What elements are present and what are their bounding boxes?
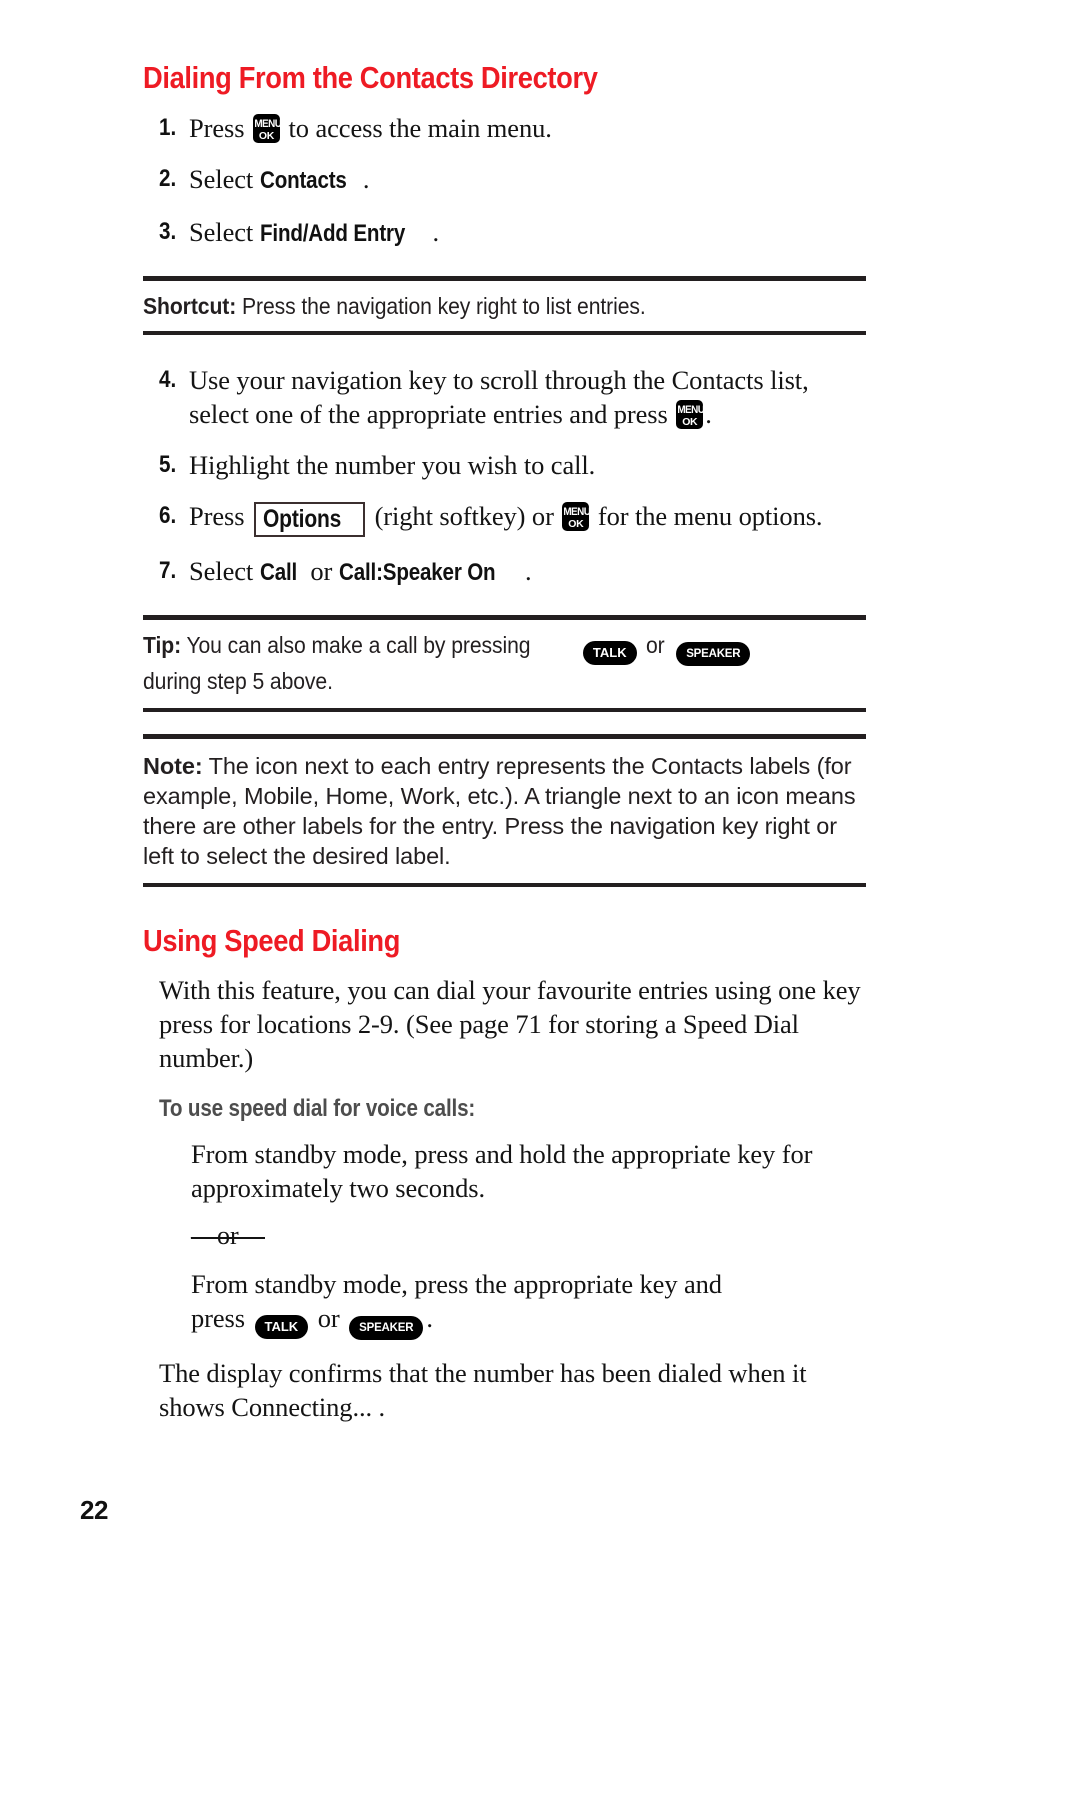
manual-page: Dialing From the Contacts Directory 1. P… — [0, 0, 1080, 1800]
menu-ok-key-icon[interactable]: MENU OK — [562, 501, 590, 531]
note-callout: Note: The icon next to each entry repres… — [143, 751, 866, 871]
page-content: Dialing From the Contacts Directory 1. P… — [143, 60, 866, 1424]
step-number: 1. — [159, 113, 177, 141]
menu-ok-key-icon[interactable]: MENU OK — [676, 399, 704, 429]
menu-key-label-line1: MENU — [254, 117, 280, 130]
step-item: 3. Select Find/Add Entry. — [143, 215, 866, 251]
step-text: Select Contacts. — [189, 162, 866, 198]
speed-dial-subheading: To use speed dial for voice calls: — [143, 1095, 866, 1123]
speed-dial-closing-paragraph: The display confirms that the number has… — [159, 1358, 807, 1423]
menu-item-name-call: Call — [259, 558, 297, 586]
step-text: Select Call or Call:Speaker On. — [189, 554, 866, 590]
speed-dial-method-1: From standby mode, press and hold the ap… — [191, 1139, 813, 1204]
step-text-post: . — [432, 216, 439, 247]
menu-item-name: Find/Add Entry — [259, 219, 405, 247]
menu-key-label-line2: OK — [568, 517, 584, 530]
step-text-pre: Press — [189, 500, 245, 531]
step-item: 1. Press MENU OK to access the main menu. — [143, 111, 866, 145]
speed-dial-method-2-pre: press — [191, 1303, 245, 1334]
menu-key-label-line1: MENU — [677, 403, 704, 416]
shortcut-label: Shortcut: — [143, 292, 237, 319]
step-text-pre: Select — [189, 555, 254, 586]
shortcut-callout: Shortcut: Press the navigation key right… — [143, 291, 866, 321]
speed-dial-method-2-line1: From standby mode, press the appropriate… — [191, 1269, 722, 1300]
step-text-line1: Use your navigation key to scroll throug… — [189, 364, 809, 395]
talk-key-icon[interactable]: TALK — [254, 1315, 309, 1340]
step-number: 4. — [159, 365, 177, 393]
tip-text-before: You can also make a call by pressing — [186, 631, 531, 658]
speed-dial-intro-paragraph: With this feature, you can dial your fav… — [159, 975, 861, 1074]
step-text-pre: Select — [189, 163, 254, 194]
talk-key-icon[interactable]: TALK — [582, 640, 637, 665]
section-heading-using-speed-dialing: Using Speed Dialing — [143, 922, 401, 958]
step-item: 5. Highlight the number you wish to call… — [143, 448, 866, 482]
step-number: 3. — [159, 217, 177, 245]
step-text-mid: or — [310, 555, 333, 586]
step-text: Use your navigation key to scroll throug… — [189, 363, 866, 431]
speaker-key-icon[interactable]: SPEAKER — [676, 641, 751, 666]
step-item: 4. Use your navigation key to scroll thr… — [143, 363, 866, 431]
shortcut-text: Press the navigation key right to list e… — [241, 292, 646, 319]
step-text: Press MENU OK to access the main menu. — [189, 111, 866, 145]
speed-dial-method-2-mid: or — [317, 1303, 340, 1334]
speed-dial-method-2-post: . — [426, 1303, 433, 1334]
menu-item-name-call-speaker-on: Call:Speaker On — [338, 558, 496, 586]
step-text: Press Options (right softkey) or MENU OK … — [189, 499, 866, 537]
tip-text-after: during step 5 above. — [143, 667, 333, 694]
step-number: 6. — [159, 501, 177, 529]
tip-label: Tip: — [143, 631, 182, 658]
step-text-post: . — [525, 555, 532, 586]
menu-key-label-line1: MENU — [563, 505, 590, 518]
tip-callout: Tip: You can also make a call by pressin… — [143, 630, 866, 696]
options-softkey-label: Options — [262, 504, 342, 533]
menu-ok-key-icon[interactable]: MENU OK — [252, 113, 280, 143]
step-number: 7. — [159, 556, 177, 584]
speed-dial-subheading-text: To use speed dial for voice calls: — [159, 1095, 476, 1123]
step-number: 5. — [159, 450, 177, 478]
or-divider: —or— — [143, 1221, 866, 1251]
step-text: Select Find/Add Entry. — [189, 215, 866, 251]
step-text: Highlight the number you wish to call. — [189, 449, 596, 480]
note-label: Note: — [143, 752, 203, 779]
tip-text-mid: or — [646, 631, 665, 658]
menu-item-name: Contacts — [259, 166, 347, 194]
or-divider-text: —or— — [191, 1221, 265, 1251]
speed-dial-method-2: From standby mode, press the appropriate… — [143, 1267, 866, 1341]
step-item: 6. Press Options (right softkey) or MENU… — [143, 499, 866, 537]
menu-key-label-line2: OK — [258, 129, 275, 142]
note-text: The icon next to each entry represents t… — [143, 752, 856, 869]
step-item: 7. Select Call or Call:Speaker On. — [143, 554, 866, 590]
step-text-line2-pre: select one of the appropriate entries an… — [189, 398, 668, 429]
section-heading-dialing-from-contacts: Dialing From the Contacts Directory — [143, 60, 598, 95]
step-text-pre: Select — [189, 216, 254, 247]
options-softkey-box[interactable]: Options — [253, 501, 366, 537]
speaker-key-icon[interactable]: SPEAKER — [349, 1316, 424, 1341]
step-number: 2. — [159, 164, 177, 192]
step-item: 2. Select Contacts. — [143, 162, 866, 198]
step-text-post: for the menu options. — [597, 500, 823, 531]
step-text-line2-post: . — [705, 398, 712, 429]
page-number: 22 — [80, 1495, 108, 1525]
step-text-mid: (right softkey) or — [374, 500, 554, 531]
step-text-post: to access the main menu. — [288, 112, 552, 143]
step-text-post: . — [362, 163, 370, 194]
menu-key-label-line2: OK — [682, 415, 698, 428]
step-text-pre: Press — [189, 112, 245, 143]
